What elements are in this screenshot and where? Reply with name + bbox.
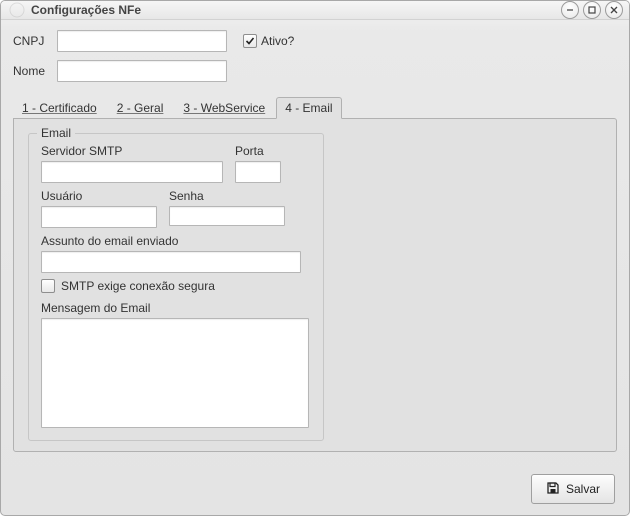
footer: Salvar bbox=[1, 464, 629, 516]
senha-input[interactable] bbox=[169, 206, 285, 226]
assunto-input[interactable] bbox=[41, 251, 301, 273]
tab-label: 1 - Certificado bbox=[22, 101, 97, 115]
senha-label: Senha bbox=[169, 189, 285, 203]
tab-label: 4 - Email bbox=[285, 101, 332, 115]
porta-label: Porta bbox=[235, 144, 281, 158]
window-title: Configurações NFe bbox=[31, 3, 561, 17]
window-buttons bbox=[561, 1, 623, 19]
assunto-label: Assunto do email enviado bbox=[41, 234, 311, 248]
row-cnpj: CNPJ Ativo? bbox=[13, 30, 617, 52]
tab-label: 3 - WebService bbox=[183, 101, 265, 115]
save-button[interactable]: Salvar bbox=[531, 474, 615, 504]
usuario-input[interactable] bbox=[41, 206, 157, 228]
save-icon bbox=[546, 481, 560, 498]
tab-certificado[interactable]: 1 - Certificado bbox=[13, 97, 106, 118]
tab-webservice[interactable]: 3 - WebService bbox=[174, 97, 274, 118]
ativo-label: Ativo? bbox=[261, 34, 294, 48]
cnpj-label: CNPJ bbox=[13, 34, 57, 48]
servidor-smtp-input[interactable] bbox=[41, 161, 223, 183]
ssl-label: SMTP exige conexão segura bbox=[61, 279, 215, 293]
nome-input[interactable] bbox=[57, 60, 227, 82]
usuario-label: Usuário bbox=[41, 189, 157, 203]
titlebar: Configurações NFe bbox=[1, 1, 629, 20]
content-area: CNPJ Ativo? Nome 1 - Certificado 2 - Ger… bbox=[1, 20, 629, 464]
minimize-button[interactable] bbox=[561, 1, 579, 19]
mensagem-label: Mensagem do Email bbox=[41, 301, 311, 315]
ssl-checkbox[interactable] bbox=[41, 279, 55, 293]
ssl-checkbox-row[interactable]: SMTP exige conexão segura bbox=[41, 279, 311, 293]
tab-label: 2 - Geral bbox=[117, 101, 164, 115]
mensagem-textarea[interactable] bbox=[41, 318, 309, 428]
email-legend: Email bbox=[37, 126, 75, 140]
tab-strip: 1 - Certificado 2 - Geral 3 - WebService… bbox=[13, 96, 617, 118]
tab-geral[interactable]: 2 - Geral bbox=[108, 97, 173, 118]
tab-panel-email: Email Servidor SMTP Porta Usuário bbox=[13, 118, 617, 452]
window-root: Configurações NFe CNPJ Ativo? bbox=[0, 0, 630, 516]
close-button[interactable] bbox=[605, 1, 623, 19]
cnpj-input[interactable] bbox=[57, 30, 227, 52]
maximize-button[interactable] bbox=[583, 1, 601, 19]
check-icon bbox=[245, 36, 255, 46]
nome-label: Nome bbox=[13, 64, 57, 78]
ativo-checkbox-wrap[interactable]: Ativo? bbox=[243, 34, 294, 48]
servidor-smtp-label: Servidor SMTP bbox=[41, 144, 223, 158]
porta-input[interactable] bbox=[235, 161, 281, 183]
ativo-checkbox[interactable] bbox=[243, 34, 257, 48]
tab-email[interactable]: 4 - Email bbox=[276, 97, 341, 119]
row-nome: Nome bbox=[13, 60, 617, 82]
app-icon bbox=[9, 2, 25, 18]
email-fieldset: Email Servidor SMTP Porta Usuário bbox=[28, 133, 324, 441]
save-button-label: Salvar bbox=[566, 482, 600, 496]
